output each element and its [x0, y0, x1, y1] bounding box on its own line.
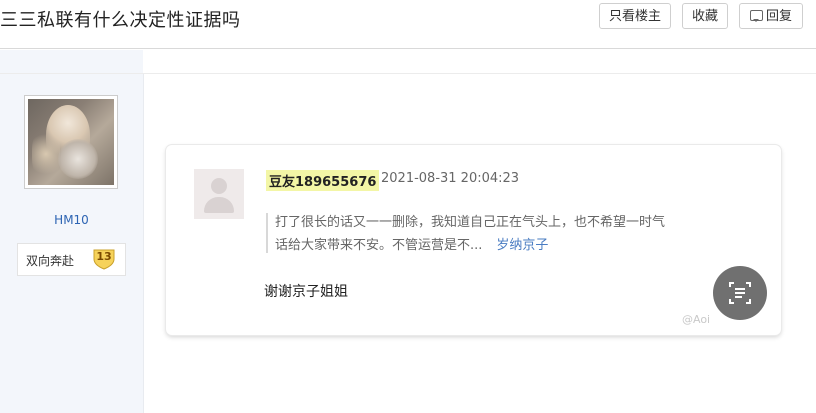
top-bar: 三三私联有什么决定性证据吗 只看楼主 收藏 回复 [0, 0, 816, 49]
card-reply-text: 谢谢京子姐姐 [264, 284, 348, 300]
quoted-text-line1: 打了很长的话又一一删除，我知道自己正在气头上，也不希望一时气 [275, 215, 666, 230]
quoted-text-line2: 话给大家带来不安。不管运营是不... [275, 238, 483, 253]
badge-level-number: 13 [96, 250, 112, 263]
fan-badge[interactable]: 双向奔赴 13 [17, 243, 126, 276]
watermark: @Aoi [682, 313, 711, 326]
quoted-author-link: 岁纳京子 [496, 238, 549, 253]
post-header-stripe-left [0, 50, 143, 73]
level-badge-icon: 13 [92, 248, 116, 270]
collect-button[interactable]: 收藏 [682, 3, 728, 29]
screenshot-card: 豆友189655676 2021-08-31 20:04:23 打了很长的话又一… [166, 145, 781, 335]
avatar[interactable] [24, 95, 118, 189]
default-avatar-icon [194, 169, 244, 219]
quote-bar [266, 213, 268, 253]
avatar-image [28, 99, 114, 185]
reply-button-label: 回复 [765, 9, 792, 24]
quoted-text: 打了很长的话又一一删除，我知道自己正在气头上，也不希望一时气 话给大家带来不安。… [275, 211, 755, 257]
scan-icon[interactable] [713, 266, 767, 320]
reply-button[interactable]: 回复 [739, 3, 803, 29]
badge-label: 双向奔赴 [26, 254, 75, 268]
card-username: 豆友189655676 [266, 170, 380, 191]
author-sidebar: HM10 双向奔赴 13 [0, 74, 144, 413]
card-timestamp: 2021-08-31 20:04:23 [381, 171, 520, 186]
comment-icon [749, 10, 763, 22]
page-title: 三三私联有什么决定性证据吗 [0, 10, 241, 31]
author-username[interactable]: HM10 [0, 213, 143, 227]
only-owner-button[interactable]: 只看楼主 [599, 3, 671, 29]
